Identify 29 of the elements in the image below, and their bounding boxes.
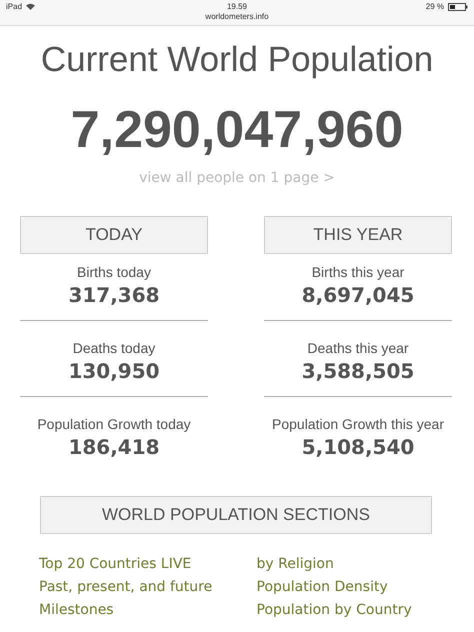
stat-label: Deaths this year (307, 340, 409, 356)
stat-value: 130,950 (68, 359, 160, 383)
device-name: iPad (6, 2, 22, 11)
stat-label: Births this year (312, 264, 404, 280)
section-link[interactable]: Past, present, and future (39, 576, 256, 599)
column-heading: THIS YEAR (264, 216, 452, 254)
stat-value: 5,108,540 (302, 435, 414, 459)
stat-value: 186,418 (68, 435, 160, 459)
battery-icon (448, 2, 468, 10)
page-title: Current World Population (40, 40, 434, 80)
section-link[interactable]: Population by Country (256, 599, 474, 622)
battery-percent: 29 % (426, 2, 444, 11)
section-link[interactable]: Milestones (39, 599, 256, 622)
stat-value: 8,697,045 (302, 283, 414, 307)
stat-label: Deaths today (72, 340, 156, 356)
column-heading: TODAY (20, 216, 208, 254)
stat-label: Population Growth today (37, 416, 191, 432)
stat-label: Births today (77, 264, 151, 280)
stat-value: 317,368 (68, 283, 160, 307)
section-link[interactable]: by Religion (256, 553, 474, 576)
status-time: 19.59 (226, 2, 247, 11)
stat-label: Population Growth this year (272, 416, 444, 432)
wifi-icon (26, 3, 36, 10)
stat-value: 3,588,505 (302, 359, 414, 383)
sections-heading: WORLD POPULATION SECTIONS (40, 496, 432, 534)
section-link[interactable]: Top 20 Countries LIVE (39, 553, 256, 576)
population-counter: 7,290,047,960 (70, 100, 404, 160)
url-text: worldometers.info (205, 12, 269, 21)
section-link[interactable]: Population Density (256, 576, 474, 599)
